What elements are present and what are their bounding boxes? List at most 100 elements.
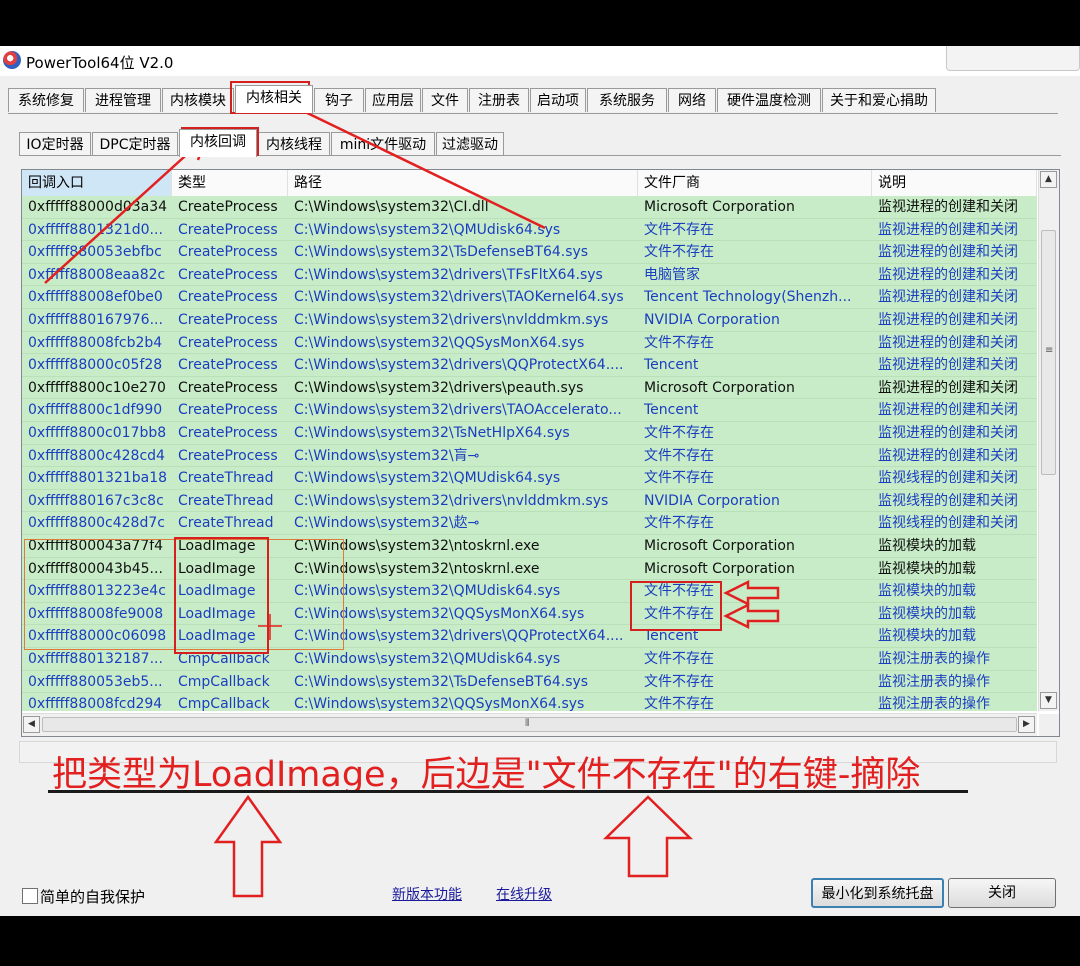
row-type: CreateProcess (178, 289, 278, 306)
row-entry: 0xfffff880167976... (28, 312, 163, 328)
table-row[interactable]: 0xfffff8800c017bb8 CreateProcess C:\Window… (22, 422, 1037, 445)
row-description: 监视进程的创建和关闭 (878, 334, 1018, 351)
row-vendor: 文件不存在 (644, 425, 714, 441)
table-row[interactable]: 0xfffff8801321d0... CreateProcess C:\Windo… (22, 218, 1037, 242)
close-button[interactable]: 关闭 (948, 878, 1056, 908)
row-path: C:\Windows\system32\QMUdisk64.sys (294, 221, 561, 238)
row-type: CreateProcess (178, 266, 278, 283)
main-tab[interactable]: 网络 (668, 88, 716, 112)
row-entry: 0xfffff8801321ba18 (28, 470, 168, 487)
row-path: C:\Windows\system32\TsDefenseBT64.sys (294, 244, 589, 261)
sub-tab[interactable]: 内核线程 (258, 132, 330, 156)
table-row[interactable]: 0xfffff8801321ba18 CreateThread C:\Windows… (22, 467, 1037, 490)
row-type: CreateProcess (178, 402, 278, 419)
row-vendor: 电脑管家 (644, 266, 700, 283)
table-row[interactable]: 0xfffff880167976... CreateProcess C:\Windo… (22, 309, 1037, 332)
row-type: CreateThread (178, 470, 274, 487)
main-tab[interactable]: 系统修复 (8, 88, 84, 112)
row-path: C:\Windows\system32\drivers\QQProtectX64… (294, 357, 624, 374)
row-entry: 0xfffff880132187... (28, 651, 163, 667)
scroll-down-icon[interactable]: ▼ (1040, 692, 1057, 709)
main-tab[interactable]: 文件 (422, 88, 468, 112)
scroll-right-icon[interactable]: ▶ (1018, 716, 1035, 733)
vertical-scroll-thumb[interactable]: ≡ (1041, 230, 1056, 475)
row-vendor: NVIDIA Corporation (644, 492, 780, 509)
column-header-type[interactable]: 类型 (172, 170, 288, 196)
sub-tab[interactable]: DPC定时器 (92, 132, 178, 156)
main-tab[interactable]: 钩子 (314, 88, 364, 112)
row-path: C:\Windows\system32\QQSysMonX64.sys (294, 334, 585, 351)
row-type: CreateThread (178, 515, 274, 532)
row-description: 监视注册表的操作 (878, 696, 990, 711)
new-features-link[interactable]: 新版本功能 (392, 884, 462, 904)
row-vendor: Microsoft Corporation (644, 538, 795, 554)
app-icon (3, 51, 21, 69)
row-vendor: NVIDIA Corporation (644, 312, 780, 328)
list-header: 回调入口 类型 路径 文件厂商 说明 (22, 170, 1037, 197)
main-tab[interactable]: 硬件温度检测 (717, 88, 821, 112)
self-protect-checkbox[interactable] (22, 888, 38, 904)
minimize-to-tray-button[interactable]: 最小化到系统托盘 (811, 878, 944, 908)
main-tab[interactable]: 进程管理 (85, 88, 161, 112)
row-path: C:\Windows\system32\QQSysMonX64.sys (294, 696, 585, 711)
table-row[interactable]: 0xfffff880167c3c8c CreateThread C:\Windows… (22, 489, 1037, 513)
row-description: 监视进程的创建和关闭 (878, 447, 1018, 464)
highlight-loadimage-type (174, 537, 269, 654)
sub-tab[interactable]: mini文件驱动 (331, 132, 435, 156)
window-controls[interactable] (946, 46, 1080, 71)
sub-tab[interactable]: 内核回调 (179, 129, 257, 157)
row-vendor: 文件不存在 (644, 221, 714, 238)
horizontal-scroll-thumb[interactable]: ⦀ (42, 717, 1017, 732)
row-vendor: 文件不存在 (644, 244, 714, 261)
column-header-entry[interactable]: 回调入口 (22, 170, 172, 196)
online-upgrade-link[interactable]: 在线升级 (496, 884, 552, 904)
main-tab[interactable]: 内核相关 (235, 85, 313, 113)
main-tab[interactable]: 系统服务 (587, 88, 667, 112)
main-tab[interactable]: 关于和爱心捐助 (822, 88, 936, 112)
row-entry: 0xfffff88008eaa82c (28, 266, 166, 283)
table-row[interactable]: 0xfffff88000c05f28 CreateProcess C:\Window… (22, 354, 1037, 377)
table-row[interactable]: 0xfffff880053ebfbc CreateProcess C:\Window… (22, 241, 1037, 264)
main-tab[interactable]: 启动项 (530, 88, 586, 112)
main-tab[interactable]: 应用层 (365, 88, 421, 112)
row-path: C:\Windows\system32\QMUdisk64.sys (294, 470, 561, 487)
table-row[interactable]: 0xfffff8800c428cd4 CreateProcess C:\Window… (22, 444, 1037, 468)
column-header-vendor[interactable]: 文件厂商 (638, 170, 872, 196)
horizontal-scrollbar[interactable]: ◀ ⦀ ▶ (22, 713, 1037, 736)
row-vendor: 文件不存在 (644, 334, 714, 351)
row-type: CreateProcess (178, 221, 278, 238)
row-entry: 0xfffff8800c10e270 (28, 379, 166, 396)
row-path: C:\Windows\system32\肓⊸ (294, 447, 480, 464)
vertical-scrollbar[interactable]: ▲ ≡ ▼ (1038, 170, 1059, 711)
main-tab[interactable]: 注册表 (469, 88, 529, 112)
table-row[interactable]: 0xfffff88008ef0be0 CreateProcess C:\Window… (22, 286, 1037, 309)
row-entry: 0xfffff88008fcb2b4 (28, 334, 163, 351)
table-row[interactable]: 0xfffff8800c10e270 CreateProcess C:\Window… (22, 376, 1037, 400)
column-header-path[interactable]: 路径 (288, 170, 638, 196)
table-row[interactable]: 0xfffff88000d03a34 CreateProcess C:\Window… (22, 196, 1037, 219)
row-description: 监视模块的加载 (878, 605, 976, 622)
row-vendor: 文件不存在 (644, 696, 714, 711)
table-row[interactable]: 0xfffff8800c1df990 CreateProcess C:\Window… (22, 399, 1037, 422)
row-entry: 0xfffff880053ebfbc (28, 244, 162, 261)
scroll-left-icon[interactable]: ◀ (23, 716, 40, 733)
row-entry: 0xfffff8800c428cd4 (28, 447, 165, 464)
row-vendor: Tencent (644, 402, 699, 419)
table-row[interactable]: 0xfffff88008eaa82c CreateProcess C:\Window… (22, 263, 1037, 287)
row-path: C:\Windows\system32\drivers\TAOKernel64.… (294, 289, 624, 306)
sub-tab[interactable]: IO定时器 (19, 132, 91, 156)
scroll-up-icon[interactable]: ▲ (1040, 171, 1057, 188)
column-header-description[interactable]: 说明 (872, 170, 1037, 196)
row-type: CreateProcess (178, 447, 278, 464)
row-path: C:\Windows\system32\CI.dll (294, 199, 489, 215)
row-description: 监视模块的加载 (878, 538, 976, 554)
sub-tab-divider (19, 155, 1061, 156)
row-description: 监视进程的创建和关闭 (878, 266, 1018, 283)
sub-tab[interactable]: 过滤驱动 (436, 132, 504, 156)
main-tab[interactable]: 内核模块 (162, 88, 234, 112)
table-row[interactable]: 0xfffff8800c428d7c CreateThread C:\Windows… (22, 512, 1037, 535)
table-row[interactable]: 0xfffff88008fcd294 CmpCallback C:\Windows\… (22, 693, 1037, 711)
row-vendor: Microsoft Corporation (644, 379, 795, 396)
table-row[interactable]: 0xfffff88008fcb2b4 CreateProcess C:\Window… (22, 331, 1037, 355)
table-row[interactable]: 0xfffff880053eb5... CmpCallback C:\Windows… (22, 670, 1037, 694)
